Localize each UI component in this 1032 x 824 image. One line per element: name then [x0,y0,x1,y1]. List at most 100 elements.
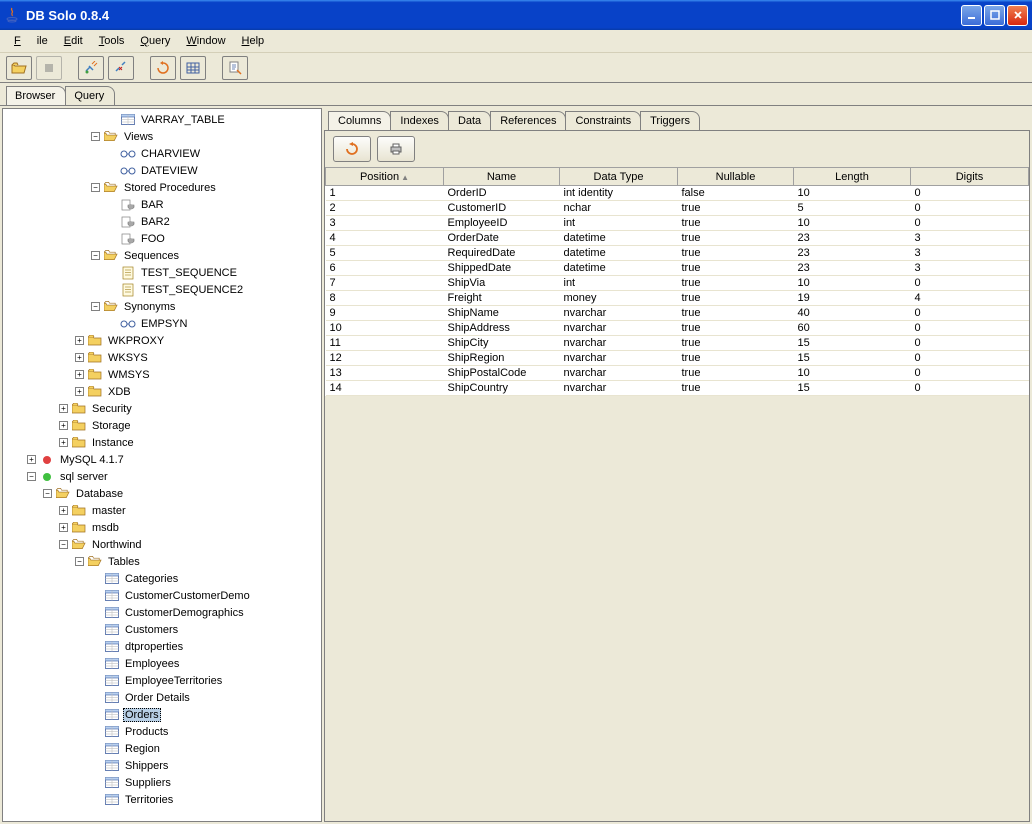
tree-node[interactable]: DATEVIEW [3,162,321,179]
columns-grid-wrap[interactable]: Position▲ Name Data Type Nullable Length… [325,167,1029,821]
menu-help[interactable]: Help [234,33,273,49]
close-button[interactable] [1007,5,1028,26]
tree-node[interactable]: EmployeeTerritories [3,672,321,689]
tree-node[interactable]: BAR [3,196,321,213]
menu-tools[interactable]: Tools [91,33,133,49]
tree-expander[interactable]: + [75,370,84,379]
tree-node[interactable]: +MySQL 4.1.7 [3,451,321,468]
tree-node[interactable]: Shippers [3,757,321,774]
tab-constraints[interactable]: Constraints [565,111,641,130]
tree-node[interactable]: +WMSYS [3,366,321,383]
tree-node[interactable]: −Stored Procedures [3,179,321,196]
table-row[interactable]: 3EmployeeIDinttrue100 [326,216,1029,231]
table-row[interactable]: 14ShipCountrynvarchartrue150 [326,381,1029,396]
toolbar-stop-button[interactable] [36,56,62,80]
col-digits[interactable]: Digits [911,168,1029,186]
table-row[interactable]: 1OrderIDint identityfalse100 [326,186,1029,201]
tab-indexes[interactable]: Indexes [390,111,449,130]
tree-expander[interactable]: − [91,251,100,260]
tree-expander[interactable]: + [59,438,68,447]
tree-node[interactable]: −sql server [3,468,321,485]
tree-expander[interactable]: − [91,302,100,311]
tab-query[interactable]: Query [65,86,115,105]
maximize-button[interactable] [984,5,1005,26]
table-row[interactable]: 10ShipAddressnvarchartrue600 [326,321,1029,336]
tree-expander[interactable]: + [59,523,68,532]
tree-node[interactable]: −Database [3,485,321,502]
tree-node[interactable]: +WKPROXY [3,332,321,349]
tree-expander[interactable]: + [75,336,84,345]
tree-node[interactable]: −Sequences [3,247,321,264]
tree-node[interactable]: Categories [3,570,321,587]
tree-node[interactable]: dtproperties [3,638,321,655]
minimize-button[interactable] [961,5,982,26]
tree-expander[interactable]: − [27,472,36,481]
menu-window[interactable]: Window [178,33,233,49]
tree-node[interactable]: +Security [3,400,321,417]
tree-node[interactable]: +Storage [3,417,321,434]
tree-expander[interactable]: + [59,404,68,413]
table-row[interactable]: 9ShipNamenvarchartrue400 [326,306,1029,321]
table-row[interactable]: 6ShippedDatedatetimetrue233 [326,261,1029,276]
col-datatype[interactable]: Data Type [560,168,678,186]
tree-expander[interactable]: + [59,506,68,515]
toolbar-refresh-button[interactable] [150,56,176,80]
tree-expander[interactable]: − [91,183,100,192]
tab-browser[interactable]: Browser [6,86,66,105]
table-row[interactable]: 13ShipPostalCodenvarchartrue100 [326,366,1029,381]
tab-triggers[interactable]: Triggers [640,111,700,130]
refresh-columns-button[interactable] [333,136,371,162]
tree-expander[interactable]: + [75,387,84,396]
tree-node[interactable]: Order Details [3,689,321,706]
tree-node[interactable]: Employees [3,655,321,672]
menu-query[interactable]: Query [132,33,178,49]
tree-node[interactable]: EMPSYN [3,315,321,332]
table-row[interactable]: 5RequiredDatedatetimetrue233 [326,246,1029,261]
tree-node[interactable]: TEST_SEQUENCE [3,264,321,281]
menu-edit[interactable]: Edit [56,33,91,49]
toolbar-script-button[interactable] [222,56,248,80]
col-position[interactable]: Position▲ [326,168,444,186]
tree-node[interactable]: VARRAY_TABLE [3,111,321,128]
tree-node[interactable]: TEST_SEQUENCE2 [3,281,321,298]
tree-expander[interactable]: − [91,132,100,141]
toolbar-disconnect-button[interactable] [108,56,134,80]
table-row[interactable]: 2CustomerIDnchartrue50 [326,201,1029,216]
tree-expander[interactable]: − [75,557,84,566]
tree-node[interactable]: Region [3,740,321,757]
tree-node[interactable]: −Views [3,128,321,145]
tree-node[interactable]: CustomerDemographics [3,604,321,621]
tree-node[interactable]: BAR2 [3,213,321,230]
col-name[interactable]: Name [444,168,560,186]
table-row[interactable]: 11ShipCitynvarchartrue150 [326,336,1029,351]
tab-columns[interactable]: Columns [328,111,391,130]
col-length[interactable]: Length [794,168,911,186]
tree-expander[interactable]: + [75,353,84,362]
tree-node[interactable]: FOO [3,230,321,247]
tree-node[interactable]: +WKSYS [3,349,321,366]
tree-node[interactable]: Customers [3,621,321,638]
tree-expander[interactable]: − [43,489,52,498]
table-row[interactable]: 4OrderDatedatetimetrue233 [326,231,1029,246]
table-row[interactable]: 7ShipViainttrue100 [326,276,1029,291]
tree-node[interactable]: +msdb [3,519,321,536]
tree-expander[interactable]: + [27,455,36,464]
tab-references[interactable]: References [490,111,566,130]
menu-file[interactable]: File [6,33,56,49]
tree-node[interactable]: +master [3,502,321,519]
table-row[interactable]: 8Freightmoneytrue194 [326,291,1029,306]
tree-node[interactable]: −Northwind [3,536,321,553]
toolbar-connect-button[interactable] [78,56,104,80]
tab-data[interactable]: Data [448,111,491,130]
tree-expander[interactable]: + [59,421,68,430]
tree-node[interactable]: Products [3,723,321,740]
tree-node[interactable]: +Instance [3,434,321,451]
tree-node[interactable]: CustomerCustomerDemo [3,587,321,604]
tree-node[interactable]: Orders [3,706,321,723]
tree-node[interactable]: CHARVIEW [3,145,321,162]
tree-node[interactable]: +XDB [3,383,321,400]
tree-node[interactable]: −Tables [3,553,321,570]
tree-node[interactable]: Suppliers [3,774,321,791]
toolbar-open-button[interactable] [6,56,32,80]
table-row[interactable]: 12ShipRegionnvarchartrue150 [326,351,1029,366]
